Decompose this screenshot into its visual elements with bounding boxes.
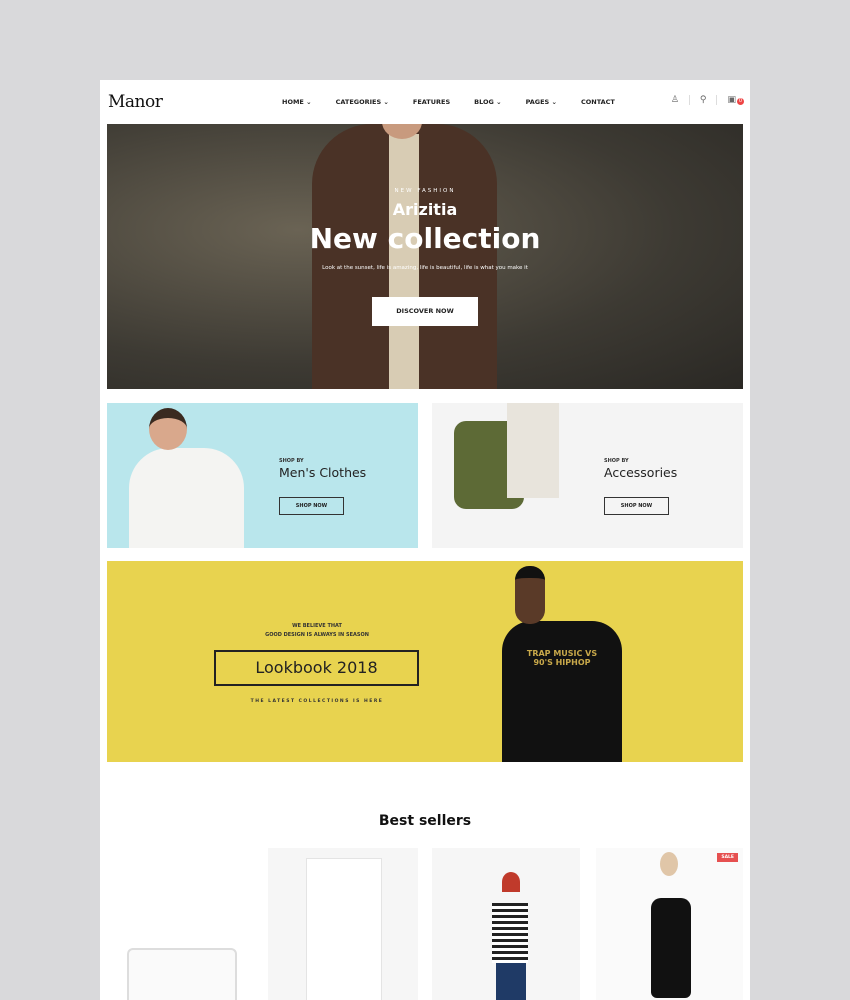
lookbook-model-head — [515, 566, 545, 624]
product-card[interactable] — [107, 848, 255, 1000]
banner-accessories[interactable]: SHOP BY Accessories SHOP NOW — [432, 403, 743, 548]
hero-text: Look at the sunset, life is amazing, lif… — [322, 265, 528, 271]
lookbook-tagline: THE LATEST COLLECTIONS IS HERE — [250, 699, 384, 704]
product-card[interactable] — [268, 848, 418, 1000]
nav-pages[interactable]: PAGES ⌄ — [526, 98, 557, 106]
black-dress-image — [651, 898, 691, 998]
hero-subtitle: Arizitia — [392, 200, 458, 219]
jeans — [496, 963, 526, 1000]
shirt-print: TRAP MUSIC VS 90'S HIPHOP — [526, 649, 598, 667]
banner-title: Accessories — [604, 465, 678, 480]
hero-title: New collection — [309, 222, 541, 255]
user-icon[interactable]: ♙ — [671, 95, 679, 105]
nav-features[interactable]: FEATURES — [413, 98, 450, 106]
lookbook-model-image: TRAP MUSIC VS 90'S HIPHOP — [502, 621, 622, 762]
sale-badge: SALE — [717, 853, 738, 862]
divider — [688, 95, 690, 105]
white-jeans-image — [306, 858, 382, 1000]
main-nav: HOME ⌄ CATEGORIES ⌄ FEATURES BLOG ⌄ PAGE… — [282, 98, 639, 106]
search-icon[interactable]: ⚲ — [700, 95, 707, 105]
header-icons: ♙ ⚲ ▣ 0 — [671, 95, 744, 105]
nav-categories[interactable]: CATEGORIES ⌄ — [336, 98, 389, 106]
model-head — [660, 852, 678, 876]
lookbook-line1: WE BELIEVE THAT — [292, 623, 342, 629]
banner-eyebrow: SHOP BY — [604, 458, 629, 464]
divider — [716, 95, 718, 105]
white-bag-image — [127, 948, 237, 1000]
lookbook-banner[interactable]: WE BELIEVE THAT GOOD DESIGN IS ALWAYS IN… — [107, 561, 743, 762]
mens-model-image — [129, 448, 244, 548]
red-beanie — [502, 872, 520, 892]
lookbook-line2: GOOD DESIGN IS ALWAYS IN SEASON — [265, 632, 369, 638]
mens-model-head — [149, 408, 187, 450]
striped-top-model-image — [492, 903, 528, 963]
best-sellers-title: Best sellers — [378, 813, 472, 829]
hero-model-shirt — [389, 134, 419, 389]
shop-now-button[interactable]: SHOP NOW — [604, 497, 669, 515]
page: Manor HOME ⌄ CATEGORIES ⌄ FEATURES BLOG … — [100, 80, 750, 1000]
banner-mens-clothes[interactable]: SHOP BY Men's Clothes SHOP NOW — [107, 403, 418, 548]
logo[interactable]: Manor — [108, 92, 163, 112]
model-legs-image — [507, 403, 559, 498]
banner-title: Men's Clothes — [279, 465, 367, 480]
cart-icon[interactable]: ▣ 0 — [727, 95, 744, 105]
banner-eyebrow: SHOP BY — [279, 458, 304, 464]
lookbook-title[interactable]: Lookbook 2018 — [214, 650, 419, 686]
nav-blog[interactable]: BLOG ⌄ — [474, 98, 501, 106]
hero-slider: NEW FASHION Arizitia New collection Look… — [107, 124, 743, 389]
product-card[interactable] — [432, 848, 580, 1000]
product-card[interactable]: SALE — [596, 848, 743, 1000]
nav-contact[interactable]: CONTACT — [581, 98, 615, 106]
hero-eyebrow: NEW FASHION — [394, 188, 456, 194]
shop-now-button[interactable]: SHOP NOW — [279, 497, 344, 515]
cart-count-badge: 0 — [737, 98, 744, 105]
discover-now-button[interactable]: DISCOVER NOW — [372, 297, 478, 326]
nav-home[interactable]: HOME ⌄ — [282, 98, 312, 106]
